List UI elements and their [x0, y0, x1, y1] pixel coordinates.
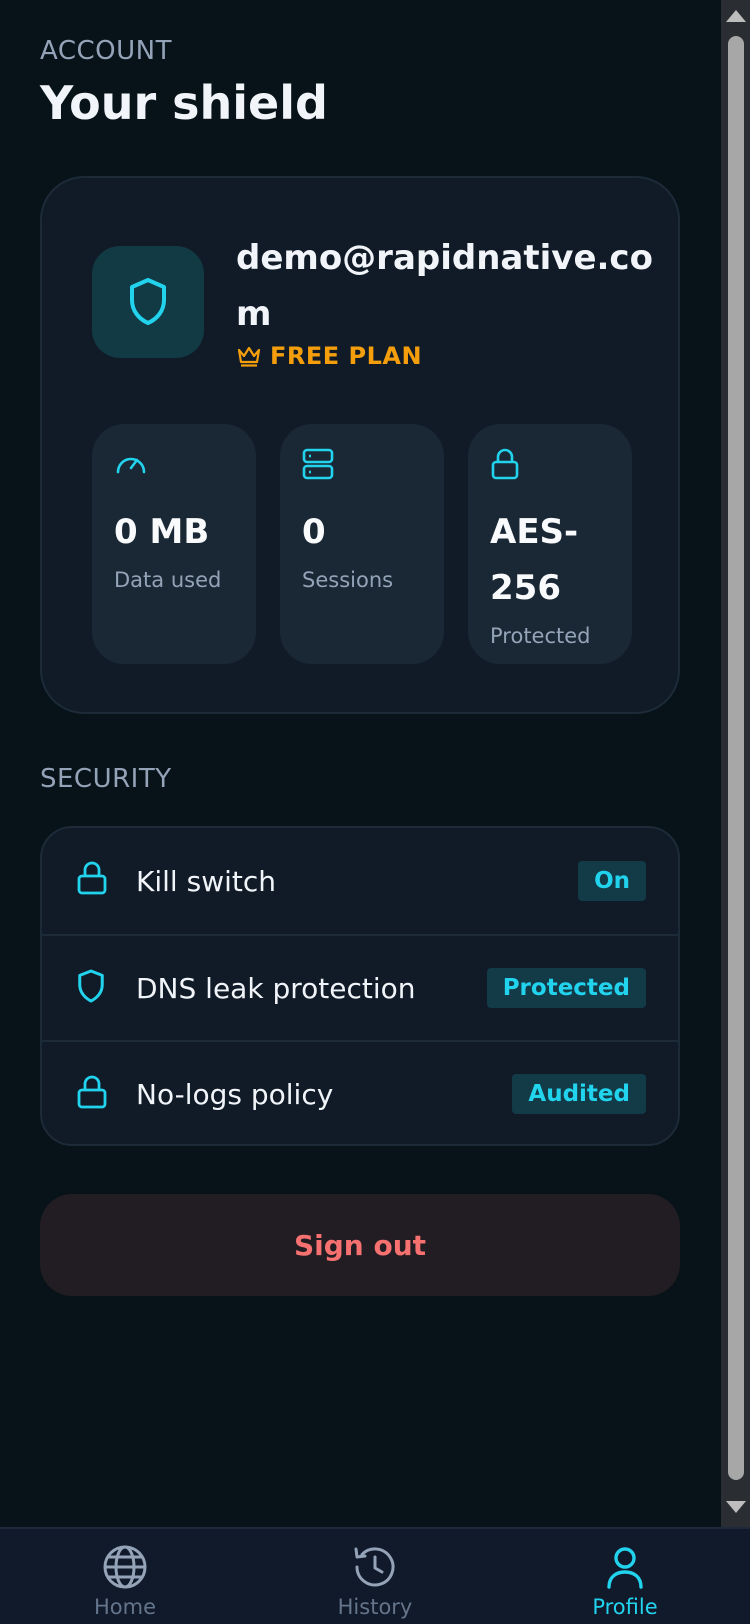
- shield-icon: [78, 969, 104, 1003]
- history-icon: [354, 1547, 395, 1587]
- crown-icon: [237, 346, 261, 367]
- globe-icon: [103, 1545, 147, 1589]
- security-section-label: SECURITY: [40, 764, 172, 794]
- page-title: Your shield: [40, 76, 328, 130]
- tab-label: Profile: [592, 1595, 658, 1619]
- stat-label: Data used: [114, 568, 222, 592]
- security-row-kill-switch[interactable]: Kill switch On: [42, 828, 678, 934]
- plan-label: FREE PLAN: [270, 342, 423, 370]
- stat-encryption: AES-256 Protected: [468, 424, 632, 664]
- sign-out-button[interactable]: Sign out: [40, 1194, 680, 1296]
- stat-value: 0 MB: [114, 512, 210, 552]
- lock-icon: [77, 1075, 107, 1109]
- security-row-dns-leak[interactable]: DNS leak protection Protected: [42, 934, 678, 1040]
- tab-home[interactable]: Home: [50, 1543, 200, 1619]
- scrollbar[interactable]: [721, 0, 750, 1527]
- lock-icon: [491, 448, 519, 480]
- user-icon: [607, 1547, 643, 1589]
- scroll-up-arrow-icon[interactable]: [726, 10, 746, 22]
- status-badge: Audited: [512, 1074, 646, 1114]
- security-list: Kill switch On DNS leak protection Prote…: [40, 826, 680, 1146]
- account-screen: ACCOUNT Your shield demo@rapidnative.com…: [0, 0, 721, 1527]
- security-row-label: Kill switch: [136, 864, 276, 898]
- scroll-thumb[interactable]: [728, 36, 744, 1480]
- tab-history[interactable]: History: [300, 1543, 450, 1619]
- security-row-label: DNS leak protection: [136, 971, 416, 1005]
- status-badge: Protected: [486, 968, 646, 1008]
- tab-profile[interactable]: Profile: [550, 1543, 700, 1619]
- shield-icon: [130, 278, 166, 325]
- stat-label: Sessions: [302, 568, 394, 592]
- bottom-tab-bar: Home History Profile: [0, 1527, 750, 1624]
- security-row-no-logs[interactable]: No-logs policy Audited: [42, 1040, 678, 1144]
- profile-card: demo@rapidnative.com FREE PLAN 0 MB Data…: [40, 176, 680, 714]
- stat-label: Protected: [490, 624, 591, 648]
- account-email: demo@rapidnative.com: [236, 238, 653, 334]
- stat-value: 0: [302, 512, 326, 552]
- stat-value: AES-256: [490, 512, 579, 608]
- server-icon: [302, 448, 334, 480]
- stat-sessions: 0 Sessions: [280, 424, 444, 664]
- tab-label: Home: [93, 1595, 156, 1619]
- status-badge: On: [578, 861, 646, 901]
- tab-label: History: [337, 1595, 413, 1619]
- stat-data-used: 0 MB Data used: [92, 424, 256, 664]
- scroll-down-arrow-icon[interactable]: [726, 1501, 746, 1513]
- plan-badge: FREE PLAN: [236, 342, 422, 370]
- gauge-icon: [116, 457, 146, 474]
- avatar: [92, 246, 204, 358]
- security-row-label: No-logs policy: [136, 1077, 334, 1111]
- lock-icon: [77, 861, 107, 895]
- page-eyebrow: ACCOUNT: [40, 36, 172, 66]
